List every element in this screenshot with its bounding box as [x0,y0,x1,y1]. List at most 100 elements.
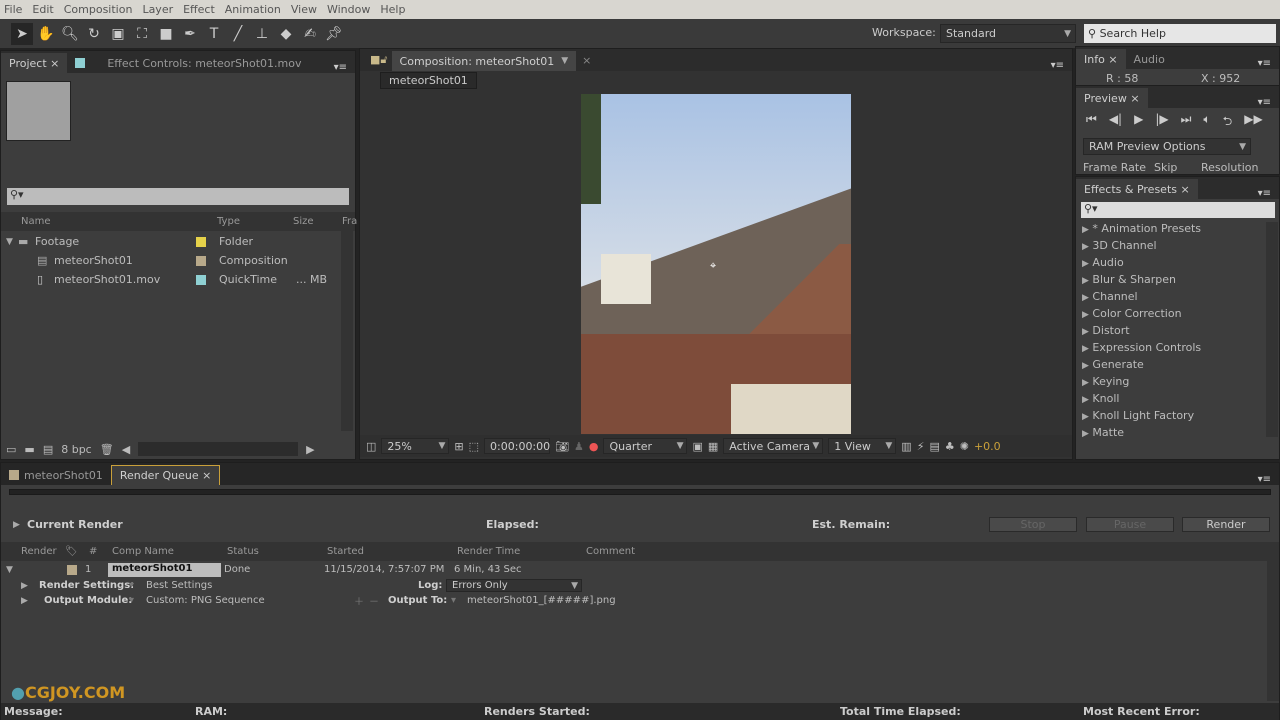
effects-item[interactable]: ▶ Matte [1076,426,1266,443]
menu-view[interactable]: View [287,3,323,16]
flowchart-icon[interactable]: ♣ [945,440,955,453]
expand-icon[interactable]: ▼ [6,237,13,247]
tab-render-queue[interactable]: Render Queue × [110,465,221,485]
menu-edit[interactable]: Edit [28,3,59,16]
next-frame-icon[interactable]: |▶ [1155,112,1168,133]
chevron-down-icon[interactable]: ▼ [561,56,568,66]
selection-tool-icon[interactable]: ➤ [11,22,33,45]
workspace-select[interactable]: Standard ▼ [940,24,1076,43]
panel-menu-icon[interactable]: ▾≡ [1051,60,1064,71]
panel-menu-icon[interactable]: ▾≡ [1258,188,1271,199]
loop-icon[interactable]: ⮌ [1223,112,1233,133]
timecode-button[interactable]: 0:00:00:00 [484,438,550,454]
label-swatch[interactable] [196,236,206,247]
new-folder-icon[interactable]: ▬ [24,443,34,456]
render-button[interactable]: Render [1182,517,1270,532]
label-tag-icon[interactable]: 🏷︎ [65,546,78,557]
tab-effects-presets[interactable]: Effects & Presets × [1076,179,1198,199]
tab-project[interactable]: Project × [1,53,68,73]
resolution-select[interactable]: Quarter ▼ [603,438,688,454]
col-started[interactable]: Started [327,546,364,557]
scrollbar[interactable] [1267,561,1279,701]
horizontal-scrollbar[interactable] [138,442,299,456]
show-snapshot-icon[interactable]: ♟ [574,440,584,453]
output-module-value[interactable]: Custom: PNG Sequence [146,595,265,606]
effects-item[interactable]: ▶ Knoll Light Factory [1076,409,1266,426]
scroll-right-icon[interactable]: ▶ [306,443,314,456]
first-frame-icon[interactable]: ⏮ [1086,112,1097,133]
interpret-footage-icon[interactable]: ▭ [6,443,16,456]
bpc-button[interactable]: 8 bpc [61,443,92,456]
panel-menu-icon[interactable]: ▾≡ [1258,474,1271,485]
menu-help[interactable]: Help [376,3,411,16]
effects-item[interactable]: ▶ Knoll [1076,392,1266,409]
previous-frame-icon[interactable]: ◀| [1109,112,1122,133]
comp-name[interactable]: meteorShot01 [108,562,221,577]
lock-icon[interactable]: ■🔓︎ [370,53,388,67]
col-name[interactable]: Name [21,216,51,227]
col-render[interactable]: Render [21,546,57,557]
effects-item[interactable]: ▶ Distort [1076,324,1266,341]
effects-item[interactable]: ▶ Blur & Sharpen [1076,273,1266,290]
menu-layer[interactable]: Layer [138,3,179,16]
clone-stamp-tool-icon[interactable]: ⊥ [251,23,273,45]
audio-icon[interactable]: 🔈︎ [1203,112,1210,133]
close-icon[interactable]: × [582,54,591,67]
ram-preview-icon[interactable]: ▶▶ [1244,112,1262,133]
expand-icon[interactable]: ▶ [21,596,28,606]
trash-icon[interactable]: 🗑︎ [100,443,114,456]
pixel-aspect-icon[interactable]: ▥ [901,440,911,453]
rectangle-tool-icon[interactable]: ■ [155,23,177,45]
tab-effect-controls[interactable]: Effect Controls: meteorShot01.mov [67,53,309,73]
fast-preview-icon[interactable]: ⚡ [917,440,925,453]
remove-output-icon[interactable]: － [369,593,379,608]
safe-margins-icon[interactable]: ⊞ [454,440,463,453]
effects-item[interactable]: ▶ * Animation Presets [1076,222,1266,239]
last-frame-icon[interactable]: ⏭ [1181,112,1192,133]
camera-select[interactable]: Active Camera ▼ [723,438,824,454]
dropdown-arrow-icon[interactable]: ▾ [129,595,134,606]
viewer-image[interactable]: ⌖ [581,94,851,434]
dropdown-arrow-icon[interactable]: ▾ [451,595,456,606]
region-icon[interactable]: ◫ [366,440,376,453]
col-render-time[interactable]: Render Time [457,546,520,557]
add-output-icon[interactable]: ＋ [354,593,364,608]
label-swatch[interactable] [196,274,206,285]
expand-icon[interactable]: ▶ [21,581,28,591]
camera-tool-icon[interactable]: ▣ [107,23,129,45]
menu-file[interactable]: File [0,3,28,16]
expand-icon[interactable]: ▶ [13,520,20,530]
list-item[interactable]: ▤ meteorShot01 Composition [1,251,355,270]
panel-menu-icon[interactable]: ▾≡ [1258,97,1271,108]
effects-item[interactable]: ▶ Generate [1076,358,1266,375]
scrollbar[interactable] [1266,222,1278,437]
col-type[interactable]: Type [217,216,240,227]
rotation-tool-icon[interactable]: ↻ [83,23,105,45]
anchor-point-icon[interactable]: ⌖ [710,259,716,273]
magnification-select[interactable]: 25% ▼ [381,438,450,454]
col-status[interactable]: Status [227,546,259,557]
tab-audio[interactable]: Audio [1126,49,1173,69]
list-item[interactable]: ▼ ▬ Footage Folder [1,232,355,251]
effects-item[interactable]: ▶ Expression Controls [1076,341,1266,358]
ram-preview-options-select[interactable]: RAM Preview Options ▼ [1083,138,1251,155]
brush-tool-icon[interactable]: ╱ [227,23,249,45]
effects-item[interactable]: ▶ 3D Channel [1076,239,1266,256]
transparency-grid-icon[interactable]: ▦ [708,440,718,453]
puppet-pin-tool-icon[interactable]: 📌︎ [323,23,345,45]
scrollbar[interactable] [341,231,353,431]
comp-subtab[interactable]: meteorShot01 [380,72,477,89]
eraser-tool-icon[interactable]: ◆ [275,23,297,45]
tab-timeline[interactable]: meteorShot01 [1,465,111,485]
channel-icon[interactable]: ● [589,440,599,453]
pen-tool-icon[interactable]: ✒ [179,23,201,45]
col-comment[interactable]: Comment [586,546,635,557]
panel-menu-icon[interactable]: ▾≡ [1258,58,1271,69]
tab-info[interactable]: Info × [1076,49,1126,69]
scroll-left-icon[interactable]: ◀ [122,443,130,456]
effects-search-input[interactable]: ⚲▾ [1081,202,1275,218]
fast-previews-icon[interactable]: ▣ [692,440,702,453]
effects-item[interactable]: ▶ Keying [1076,375,1266,392]
menu-animation[interactable]: Animation [221,3,287,16]
view-layout-select[interactable]: 1 View ▼ [828,438,897,454]
